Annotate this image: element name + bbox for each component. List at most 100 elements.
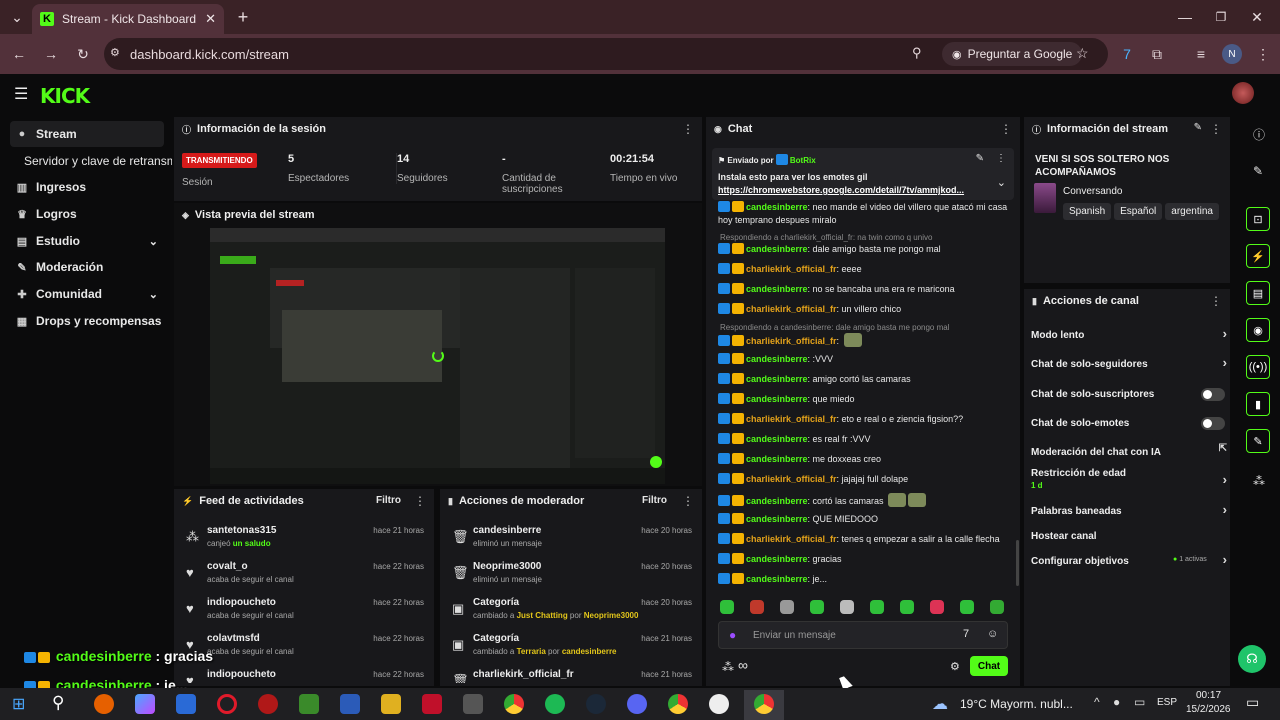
toolbar-wrench-button[interactable]: ✎ (1246, 429, 1270, 453)
chat-username[interactable]: candesinberre (746, 202, 808, 212)
emoji-icon[interactable]: ☺ (987, 628, 998, 640)
clock-time[interactable]: 00:17 (1196, 690, 1221, 701)
chat-message[interactable]: charliekirk_official_fr: tenes q empezar… (718, 533, 1008, 546)
sidebar-item-estudio[interactable]: ▤ Estudio ⌄ (10, 228, 164, 254)
support-headset-icon[interactable]: ☊ (1238, 645, 1266, 673)
sidebar-item-logros[interactable]: ♛ Logros (10, 201, 164, 227)
profile-avatar[interactable]: N (1222, 44, 1242, 64)
edit-toolbar-icon[interactable]: ✎ (1253, 164, 1263, 178)
minecraft-icon[interactable] (299, 694, 319, 714)
ai-moderation-option[interactable]: Moderación del chat con IA ⇱ (1031, 443, 1227, 461)
chat-username[interactable]: charliekirk_official_fr (746, 414, 837, 424)
red-app-icon[interactable] (422, 694, 442, 714)
bookmark-star-icon[interactable]: ☆ (1076, 45, 1089, 62)
points-toolbar-icon[interactable]: ⁂ (1253, 474, 1265, 488)
toolbar-camera-button[interactable]: ⊡ (1246, 207, 1270, 231)
chat-username[interactable]: candesinberre (746, 244, 808, 254)
steam-icon[interactable] (586, 694, 606, 714)
shield-app-icon[interactable] (176, 694, 196, 714)
followers-only-option[interactable]: Chat de solo-seguidores › (1031, 355, 1227, 373)
chat-message[interactable]: candesinberre: gracias (718, 553, 1008, 566)
mic-tray-icon[interactable]: ● (1113, 695, 1120, 709)
more-options-icon[interactable]: ⋮ (1210, 122, 1222, 136)
subscribers-only-toggle[interactable] (1201, 388, 1225, 401)
toolbar-broadcast-button[interactable]: ((•)) (1246, 355, 1270, 379)
send-chat-button[interactable]: Chat (970, 656, 1008, 676)
chat-message[interactable]: charliekirk_official_fr: un villero chic… (718, 303, 1008, 316)
url-field[interactable]: ⚙ dashboard.kick.com/stream ⚲ ◉ Pregunta… (104, 38, 1108, 70)
user-avatar[interactable] (1232, 82, 1254, 104)
back-icon[interactable]: ← (8, 43, 30, 65)
chat-username[interactable]: charliekirk_official_fr (746, 474, 837, 484)
kick-logo[interactable]: KICK (40, 84, 90, 108)
chat-username[interactable]: candesinberre (746, 574, 808, 584)
minimize-icon[interactable]: — (1174, 6, 1196, 28)
chat-username[interactable]: candesinberre (746, 514, 808, 524)
quick-emote-icon[interactable] (900, 600, 914, 614)
quick-emote-icon[interactable] (930, 600, 944, 614)
toolbar-mod-button[interactable]: ▮ (1246, 392, 1270, 416)
hamburger-menu-icon[interactable]: ☰ (14, 84, 28, 104)
sidebar-item-server-key[interactable]: Servidor y clave de retransm (20, 148, 172, 174)
quick-emote-icon[interactable] (960, 600, 974, 614)
tab-search-icon[interactable]: ≡ (1190, 43, 1212, 65)
chat-message[interactable]: charliekirk_official_fr: eto e real o e … (718, 413, 1008, 426)
stream-preview-video[interactable] (210, 228, 665, 484)
mic-icon[interactable]: ● (729, 628, 736, 642)
points-icon[interactable]: ⁂ (722, 660, 734, 674)
chat-message[interactable]: candesinberre: neo mande el video del vi… (718, 201, 1008, 227)
tray-up-icon[interactable]: ^ (1094, 695, 1100, 709)
browser-menu-icon[interactable]: ⋮ (1252, 43, 1274, 65)
chrome-icon[interactable] (504, 694, 524, 714)
chat-username[interactable]: candesinberre (746, 394, 808, 404)
opera-icon[interactable] (217, 694, 237, 714)
sidebar-item-ingresos[interactable]: ▥ Ingresos (10, 174, 164, 200)
chat-message[interactable]: charliekirk_official_fr: eeee (718, 263, 1008, 276)
extension-7tv-icon[interactable]: 7 (1116, 43, 1138, 65)
goals-option[interactable]: Configurar objetivos ● 1 activas › (1031, 552, 1227, 570)
emotes-only-option[interactable]: Chat de solo-emotes (1031, 414, 1227, 432)
chat-message[interactable]: charliekirk_official_fr: (718, 333, 1008, 348)
quick-emote-icon[interactable] (990, 600, 1004, 614)
edit-icon[interactable]: ✎ (1194, 122, 1202, 133)
copilot-icon[interactable] (135, 694, 155, 714)
search-icon[interactable]: ⚲ (52, 693, 64, 713)
reload-icon[interactable]: ↻ (72, 43, 94, 65)
opera-gx-icon[interactable] (258, 694, 278, 714)
toolbar-chat-button[interactable]: ◉ (1246, 318, 1270, 342)
chat-username[interactable]: charliekirk_official_fr (746, 304, 837, 314)
chat-message[interactable]: candesinberre: cortó las camaras (718, 493, 1008, 508)
settings-gear-icon[interactable]: ⚙ (950, 660, 960, 673)
seven-tv-emote-icon[interactable]: 7 (963, 628, 969, 640)
clock-date[interactable]: 15/2/2026 (1186, 704, 1231, 715)
chat-input-box[interactable]: ● Enviar un mensaje 7 ☺ (718, 621, 1008, 649)
more-options-icon[interactable]: ⋮ (682, 122, 694, 136)
active-chrome-task[interactable] (744, 690, 784, 720)
more-options-icon[interactable]: ⋮ (414, 494, 426, 508)
chat-username[interactable]: charliekirk_official_fr (746, 534, 837, 544)
chat-username[interactable]: candesinberre (746, 496, 808, 506)
quick-emote-icon[interactable] (780, 600, 794, 614)
quick-emote-icon[interactable] (870, 600, 884, 614)
extensions-icon[interactable]: ⧉ (1146, 43, 1168, 65)
unpin-icon[interactable]: ✎ (976, 153, 984, 164)
chat-message[interactable]: candesinberre: no se bancaba una era re … (718, 283, 1008, 296)
toolbar-doc-button[interactable]: ▤ (1246, 281, 1270, 305)
obs-icon[interactable] (709, 694, 729, 714)
banned-words-option[interactable]: Palabras baneadas › (1031, 502, 1227, 520)
host-channel-option[interactable]: Hostear canal (1031, 527, 1227, 545)
discord-icon[interactable] (627, 694, 647, 714)
chat-message[interactable]: candesinberre: amigo cortó las camaras (718, 373, 1008, 386)
quick-emote-icon[interactable] (720, 600, 734, 614)
chat-message[interactable]: candesinberre: es real fr :VVV (718, 433, 1008, 446)
chat-username[interactable]: charliekirk_official_fr (746, 336, 837, 346)
activity-filter-button[interactable]: Filtro (376, 495, 401, 506)
chat-username[interactable]: candesinberre (746, 284, 808, 294)
chat-username[interactable]: charliekirk_official_fr (746, 264, 837, 274)
forward-icon[interactable]: → (40, 43, 62, 65)
close-tab-icon[interactable]: ✕ (205, 11, 216, 27)
chat-username[interactable]: candesinberre (746, 454, 808, 464)
sidebar-item-drops[interactable]: ▦ Drops y recompensas (10, 308, 164, 334)
info-toolbar-icon[interactable]: ⓘ (1253, 126, 1265, 143)
chat-message[interactable]: candesinberre: que miedo (718, 393, 1008, 406)
